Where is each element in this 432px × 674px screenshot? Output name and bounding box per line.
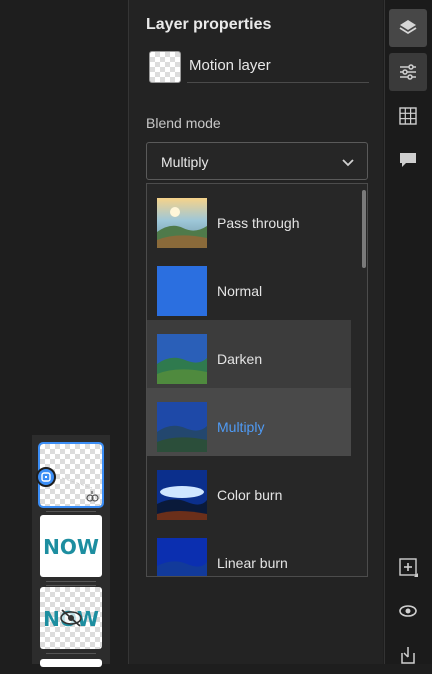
- layer-divider: [46, 511, 96, 512]
- normal-thumbnail: [157, 266, 207, 316]
- layer-properties-panel: Layer properties Motion layer Blend mode…: [129, 0, 383, 664]
- add-layer-button[interactable]: [389, 548, 427, 586]
- link-icon[interactable]: [36, 467, 56, 487]
- comment-icon: [400, 153, 416, 167]
- option-label: Color burn: [217, 487, 283, 503]
- grid-button[interactable]: [389, 97, 427, 135]
- export-button[interactable]: [389, 636, 427, 674]
- comments-button[interactable]: [389, 141, 427, 179]
- sliders-icon: [400, 64, 416, 80]
- blend-option-darken[interactable]: Darken: [147, 320, 351, 388]
- layer-thumb-now[interactable]: NOW: [40, 515, 102, 577]
- layer-name-field[interactable]: Motion layer: [189, 57, 271, 74]
- option-label: Linear burn: [217, 555, 288, 571]
- blend-option-multiply[interactable]: Multiply: [147, 388, 351, 456]
- layer-now-text: NOW: [43, 535, 99, 559]
- blend-mode-value: Multiply: [161, 154, 209, 170]
- visibility-button[interactable]: [389, 592, 427, 630]
- multiply-thumbnail: [157, 402, 207, 452]
- properties-button[interactable]: [389, 53, 427, 91]
- layer-divider: [46, 581, 96, 582]
- option-label: Multiply: [217, 419, 265, 435]
- layer-name-underline: [187, 82, 369, 83]
- blend-option-color-burn[interactable]: Color burn: [147, 456, 351, 524]
- layers-icon: [399, 20, 417, 35]
- option-label: Pass through: [217, 215, 300, 231]
- chevron-down-icon: [342, 159, 354, 167]
- layer-divider: [46, 585, 96, 586]
- panel-title: Layer properties: [146, 16, 272, 33]
- layers-strip: NOW NOW: [32, 435, 110, 667]
- option-label: Darken: [217, 351, 263, 367]
- blend-mode-label: Blend mode: [146, 115, 221, 131]
- layers-button[interactable]: [389, 9, 427, 47]
- option-label: Normal: [217, 283, 263, 299]
- darken-thumbnail: [157, 334, 207, 384]
- blend-option-linear-burn[interactable]: Linear burn: [147, 524, 351, 576]
- linear-burn-thumbnail: [157, 538, 207, 576]
- blend-option-pass-through[interactable]: Pass through: [147, 184, 351, 252]
- layer-thumb-now-hidden[interactable]: NOW: [40, 587, 102, 649]
- dropdown-scrollbar[interactable]: [362, 190, 366, 268]
- color-burn-thumbnail: [157, 470, 207, 520]
- layer-divider: [46, 653, 96, 654]
- grid-icon: [399, 107, 417, 125]
- visibility-icon: [399, 605, 417, 617]
- right-toolbar: [384, 0, 432, 664]
- blend-mode-select[interactable]: Multiply: [146, 142, 368, 180]
- layer-thumb-partial[interactable]: [40, 659, 102, 667]
- blend-mode-dropdown[interactable]: Pass through Normal Darken Multiply Colo…: [146, 183, 368, 577]
- add-layer-icon: [399, 558, 418, 577]
- export-icon: [401, 647, 415, 664]
- eye-slash-icon: [60, 609, 82, 627]
- layer-preview-thumb: [149, 51, 181, 83]
- motion-icon: [86, 491, 99, 502]
- pass-through-thumbnail: [157, 198, 207, 248]
- blend-option-normal[interactable]: Normal: [147, 252, 351, 320]
